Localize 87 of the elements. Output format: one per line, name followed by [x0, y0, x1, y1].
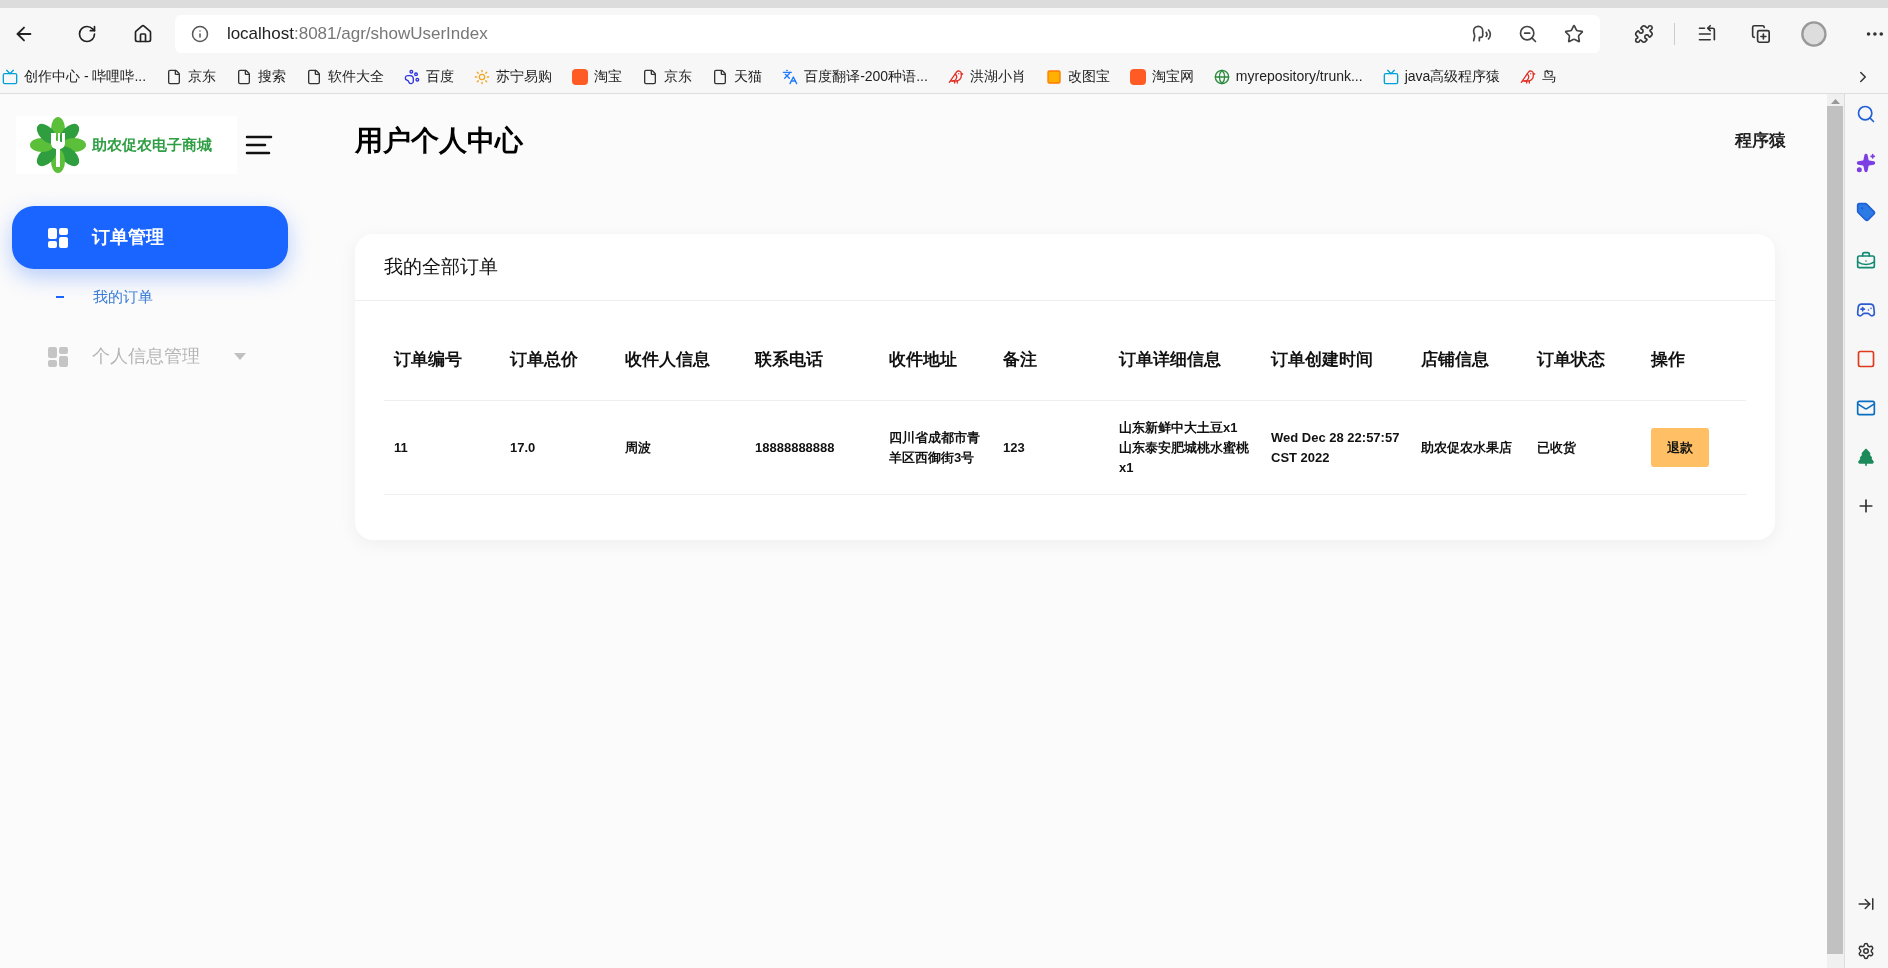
grid-icon [46, 344, 70, 369]
column-header: 订单状态 [1537, 349, 1605, 369]
grid-icon [46, 225, 70, 250]
page-icon [712, 68, 729, 85]
table-cell-text: 山东新鲜中大土豆x1 山东泰安肥城桃水蜜桃x1 [1119, 418, 1250, 477]
bookmark-link[interactable]: 京东 [642, 66, 693, 87]
menu-item[interactable]: 订单管理 [12, 206, 288, 269]
table-cell-text: 11 [394, 438, 409, 457]
bookmark-link[interactable]: 淘宝 [572, 66, 623, 87]
tv-icon [2, 68, 18, 85]
brand-name: 助农促农电子商城 [92, 134, 212, 155]
home-icon[interactable] [133, 24, 154, 44]
panel-icon[interactable] [1857, 895, 1876, 913]
square-icon [572, 68, 589, 85]
square-icon [1045, 68, 1062, 85]
bookmark-link[interactable]: 京东 [166, 66, 217, 87]
translate-icon [782, 68, 799, 85]
card-title: 我的全部订单 [384, 254, 498, 279]
table-cell-text: 18888888888 [755, 438, 836, 457]
bookmark-link[interactable]: 改图宝 [1045, 66, 1110, 87]
favorites-icon[interactable] [1696, 24, 1717, 44]
page-icon [642, 68, 659, 85]
column-header: 联系电话 [755, 349, 823, 369]
bookmark-link[interactable]: java高级程序猿 [1382, 66, 1501, 87]
column-header: 收件人信息 [625, 349, 710, 369]
tree-icon[interactable] [1856, 447, 1877, 467]
caret-icon [234, 353, 246, 360]
bookmark-link[interactable]: 创作中心 - 哔哩哔... [2, 66, 147, 87]
column-header: 收件地址 [889, 349, 957, 369]
scrollbar[interactable] [1827, 94, 1844, 968]
globe-icon [1213, 68, 1230, 85]
column-header: 店铺信息 [1421, 349, 1489, 369]
column-header: 订单详细信息 [1119, 349, 1221, 369]
search-icon[interactable] [1856, 104, 1877, 124]
bird-icon [947, 68, 964, 85]
bookmark-link[interactable]: 百度翻译-200种语... [782, 66, 928, 87]
tag-icon[interactable] [1856, 202, 1877, 222]
column-header: 订单总价 [510, 349, 578, 369]
table-cell-text: Wed Dec 28 22:57:57 CST 2022 [1271, 428, 1401, 467]
bookmark-link[interactable]: 鸟 [1520, 66, 1557, 87]
page-icon [236, 68, 253, 85]
sun-icon [474, 68, 491, 85]
page-title: 用户个人中心 [355, 124, 523, 158]
add-favorite-icon[interactable] [1563, 24, 1584, 44]
column-header: 操作 [1651, 349, 1685, 369]
extensions-icon[interactable] [1633, 24, 1654, 44]
submenu-item[interactable]: 我的订单 [0, 269, 300, 325]
collections-icon[interactable] [1750, 24, 1771, 44]
menu-icon[interactable] [245, 134, 273, 156]
bookmark-link[interactable]: myrepository/trunk... [1213, 66, 1363, 87]
info-icon [190, 25, 209, 43]
table-cell-text: 四川省成都市青羊区西御街3号 [889, 428, 981, 467]
column-header: 订单编号 [394, 349, 462, 369]
bookmark-link[interactable]: 百度 [404, 66, 455, 87]
column-header: 备注 [1003, 349, 1037, 369]
read-aloud-icon[interactable] [1471, 24, 1492, 44]
refund-button[interactable]: 退款 [1651, 428, 1709, 467]
table-cell-text: 已收货 [1537, 438, 1577, 457]
bookmark-link[interactable]: 天猫 [712, 66, 763, 87]
tv-icon [1382, 68, 1399, 85]
square-icon[interactable] [1856, 349, 1877, 369]
bookmark-link[interactable]: 搜索 [236, 66, 287, 87]
square-icon [1129, 68, 1146, 85]
url-text: localhost:8081/agr/showUserIndex [226, 23, 488, 46]
column-header: 订单创建时间 [1271, 349, 1373, 369]
bookmark-link[interactable]: 洪湖小肖 [947, 66, 1026, 87]
table-cell-text: 123 [1003, 438, 1026, 457]
sparkle-icon[interactable] [1856, 153, 1877, 173]
profile-avatar[interactable] [1800, 20, 1829, 48]
bookmark-link[interactable]: 苏宁易购 [474, 66, 553, 87]
page-icon [166, 68, 183, 85]
paw-icon [404, 68, 421, 85]
table-cell-text: 17.0 [510, 438, 537, 457]
page-icon [306, 68, 323, 85]
mail-icon[interactable] [1856, 398, 1877, 418]
bookmark-link[interactable]: 软件大全 [306, 66, 385, 87]
reload-icon[interactable] [77, 24, 98, 44]
table-cell-text: 周波 [625, 438, 652, 457]
bookmark-link[interactable]: 淘宝网 [1129, 66, 1194, 87]
gamepad-icon[interactable] [1856, 300, 1877, 320]
user-name[interactable]: 程序猿 [1735, 128, 1786, 154]
bird-icon [1520, 68, 1537, 85]
table-cell-text: 助农促农水果店 [1421, 438, 1513, 457]
address-bar[interactable]: localhost:8081/agr/showUserIndex [174, 15, 1600, 53]
settings-icon[interactable] [1857, 942, 1876, 960]
zoom-out-icon[interactable] [1517, 24, 1538, 44]
toolbox-icon[interactable] [1856, 251, 1877, 271]
